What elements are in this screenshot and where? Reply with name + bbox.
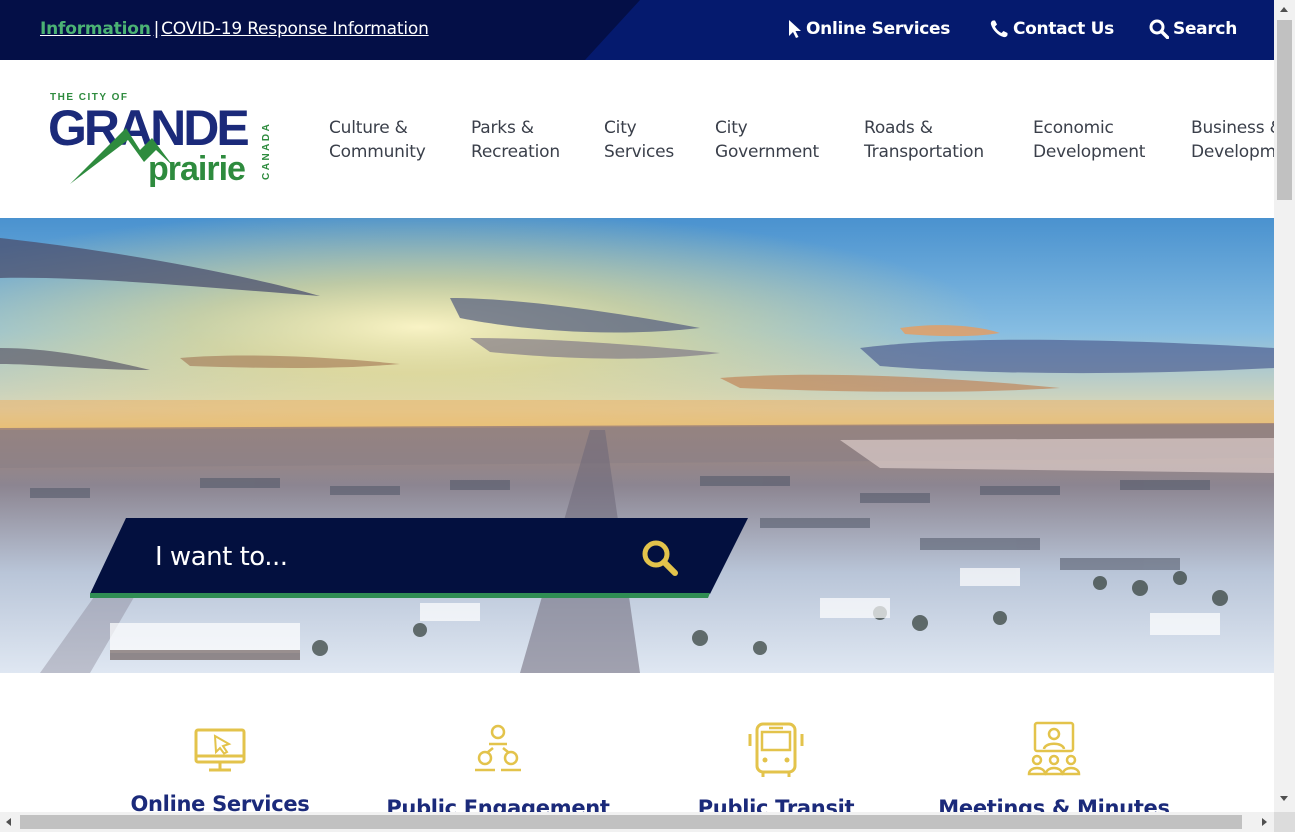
nav-label-line2: Transportation bbox=[864, 142, 984, 162]
utility-bar: Information | COVID-19 Response Informatio… bbox=[0, 0, 1274, 60]
nav-city-services[interactable]: City Services bbox=[604, 116, 674, 164]
nav-label-line2: Government bbox=[715, 142, 820, 162]
nav-label-line1: City bbox=[715, 118, 748, 138]
vertical-scroll-thumb[interactable] bbox=[1277, 20, 1292, 200]
main-navigation: Culture & Community Parks & Recreation C… bbox=[0, 116, 1274, 168]
nav-business-development[interactable]: Business & Development bbox=[1191, 116, 1274, 164]
nav-label-line1: Economic bbox=[1033, 118, 1114, 138]
scroll-up-icon[interactable] bbox=[1280, 7, 1288, 12]
video-meeting-icon bbox=[1027, 721, 1081, 776]
horizontal-scrollbar[interactable] bbox=[0, 812, 1274, 832]
covid-alert-link[interactable]: Information | COVID-19 Response Informatio… bbox=[40, 19, 429, 39]
nav-label-line1: Business & bbox=[1191, 118, 1274, 138]
nav-label-line1: Roads & bbox=[864, 118, 933, 138]
nav-parks-recreation[interactable]: Parks & Recreation bbox=[471, 116, 560, 164]
nav-label-line2: Community bbox=[329, 142, 426, 162]
nav-label-line1: City bbox=[604, 118, 637, 138]
alert-label: Information bbox=[40, 19, 151, 39]
page-viewport: Information | COVID-19 Response Informatio… bbox=[0, 0, 1274, 812]
city-skyline-image bbox=[0, 218, 1274, 673]
search-placeholder: I want to... bbox=[155, 542, 288, 572]
online-services-label: Online Services bbox=[806, 19, 951, 39]
nav-label-line2: Services bbox=[604, 142, 675, 162]
scroll-right-icon[interactable] bbox=[1262, 818, 1267, 826]
quick-link-label: Public Engagement bbox=[386, 796, 610, 812]
search-link[interactable]: Search bbox=[1149, 19, 1237, 39]
cursor-icon bbox=[788, 19, 802, 39]
quick-link-public-transit[interactable]: Public Transit bbox=[656, 720, 896, 812]
scrollbar-corner bbox=[1274, 812, 1295, 832]
quick-link-public-engagement[interactable]: Public Engagement bbox=[378, 720, 618, 812]
horizontal-scroll-thumb[interactable] bbox=[20, 815, 1242, 829]
quick-link-label: Public Transit bbox=[697, 796, 855, 812]
nav-label-line1: Parks & bbox=[471, 118, 534, 138]
bus-icon bbox=[748, 722, 804, 777]
scroll-down-icon[interactable] bbox=[1280, 796, 1288, 801]
search-icon bbox=[1149, 19, 1169, 39]
online-services-link[interactable]: Online Services bbox=[788, 19, 950, 39]
quick-link-label: Meetings & Minutes bbox=[938, 796, 1170, 812]
quick-link-online-services[interactable]: Online Services bbox=[100, 720, 340, 812]
contact-us-link[interactable]: Contact Us bbox=[989, 19, 1114, 39]
people-network-icon bbox=[475, 724, 521, 772]
quick-link-meetings-minutes[interactable]: Meetings & Minutes bbox=[934, 720, 1174, 812]
scroll-left-icon[interactable] bbox=[6, 818, 11, 826]
vertical-scrollbar[interactable] bbox=[1274, 0, 1295, 812]
alert-separator: | bbox=[153, 19, 160, 39]
quick-link-label: Online Services bbox=[130, 792, 310, 812]
search-submit-button[interactable] bbox=[638, 538, 682, 578]
alert-text: COVID-19 Response Information bbox=[161, 19, 429, 39]
hero-banner: I want to... bbox=[0, 218, 1274, 673]
nav-roads-transportation[interactable]: Roads & Transportation bbox=[864, 116, 984, 164]
nav-city-government[interactable]: City Government bbox=[715, 116, 819, 164]
search-icon bbox=[642, 540, 678, 576]
nav-label-line2: Development bbox=[1191, 142, 1274, 162]
nav-label-line2: Development bbox=[1033, 142, 1146, 162]
computer-cursor-icon bbox=[194, 728, 246, 772]
quick-links: Online Services Public Engagement Public… bbox=[0, 720, 1274, 812]
nav-label-line1: Culture & bbox=[329, 118, 408, 138]
i-want-to-search[interactable]: I want to... bbox=[90, 518, 748, 598]
contact-us-label: Contact Us bbox=[1013, 19, 1114, 39]
search-label: Search bbox=[1173, 19, 1238, 39]
nav-economic-development[interactable]: Economic Development bbox=[1033, 116, 1145, 164]
nav-label-line2: Recreation bbox=[471, 142, 560, 162]
phone-icon bbox=[989, 19, 1009, 39]
nav-culture-community[interactable]: Culture & Community bbox=[329, 116, 426, 164]
